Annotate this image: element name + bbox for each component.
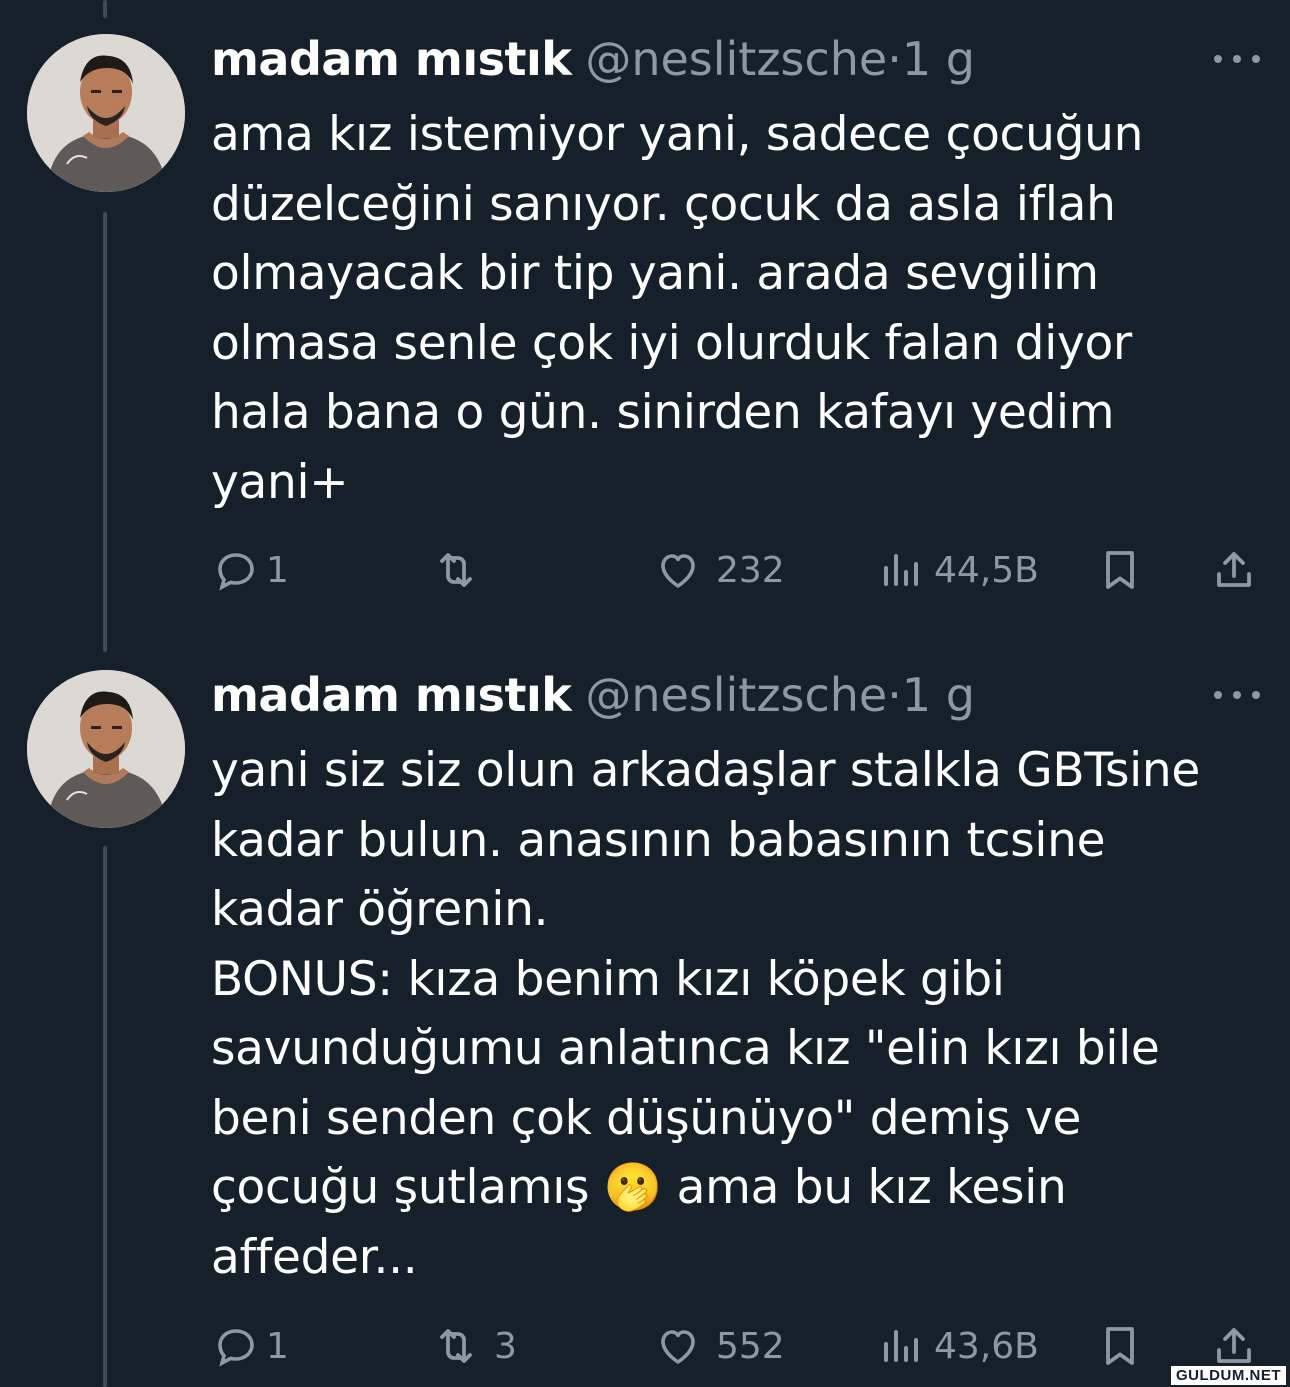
bookmark-icon	[1096, 1322, 1144, 1370]
views-icon	[876, 546, 924, 594]
retweet-icon	[432, 546, 480, 594]
retweet-button[interactable]	[432, 540, 494, 600]
bookmark-button[interactable]	[1096, 1316, 1144, 1376]
share-icon	[1210, 1322, 1258, 1370]
author-handle[interactable]: @neslitzsche	[585, 668, 887, 722]
share-icon	[1210, 546, 1258, 594]
tweet-header: madam mıstık @neslitzsche·1 g	[211, 28, 975, 90]
views-count: 44,5B	[934, 549, 1039, 591]
watermark: GULDUM.NET	[1171, 1366, 1286, 1385]
avatar[interactable]	[27, 670, 185, 828]
views-count: 43,6B	[934, 1325, 1039, 1367]
like-count: 232	[716, 549, 785, 591]
author-name[interactable]: madam mıstık	[211, 32, 572, 86]
thread-line	[103, 0, 107, 18]
tweet-text: ama kız istemiyor yani, sadece çocuğun d…	[211, 107, 1144, 510]
heart-icon	[654, 546, 702, 594]
like-count: 552	[716, 1325, 785, 1367]
action-bar: 1 3 552 43,6B	[0, 1316, 1290, 1376]
more-icon[interactable]	[1214, 44, 1260, 74]
author-name[interactable]: madam mıstık	[211, 668, 572, 722]
reply-icon	[212, 546, 260, 594]
reply-count: 1	[266, 549, 289, 591]
timestamp[interactable]: 1 g	[902, 668, 975, 722]
views-icon	[876, 1322, 924, 1370]
share-button[interactable]	[1210, 540, 1258, 600]
views-button[interactable]: 44,5B	[876, 540, 1039, 600]
like-button[interactable]: 552	[654, 1316, 785, 1376]
reply-button[interactable]: 1	[212, 1316, 289, 1376]
separator-dot: ·	[887, 668, 902, 722]
separator-dot: ·	[887, 32, 902, 86]
timestamp[interactable]: 1 g	[902, 32, 975, 86]
avatar[interactable]	[27, 34, 185, 192]
retweet-count: 3	[494, 1325, 517, 1367]
retweet-button[interactable]: 3	[432, 1316, 517, 1376]
tweet[interactable]: madam mıstık @neslitzsche·1 g ama kız ist…	[0, 28, 1290, 628]
like-button[interactable]: 232	[654, 540, 785, 600]
author-handle[interactable]: @neslitzsche	[585, 32, 887, 86]
tweet-text: yani siz siz olun arkadaşlar stalkla GBT…	[211, 743, 1201, 1285]
tweet-header: madam mıstık @neslitzsche·1 g	[211, 664, 975, 726]
tweet[interactable]: madam mıstık @neslitzsche·1 g yani siz si…	[0, 664, 1290, 1387]
more-icon[interactable]	[1214, 680, 1260, 710]
retweet-icon	[432, 1322, 480, 1370]
bookmark-button[interactable]	[1096, 540, 1144, 600]
reply-count: 1	[266, 1325, 289, 1367]
reply-button[interactable]: 1	[212, 540, 289, 600]
reply-icon	[212, 1322, 260, 1370]
action-bar: 1 232 44,5B	[0, 540, 1290, 600]
views-button[interactable]: 43,6B	[876, 1316, 1039, 1376]
bookmark-icon	[1096, 546, 1144, 594]
heart-icon	[654, 1322, 702, 1370]
